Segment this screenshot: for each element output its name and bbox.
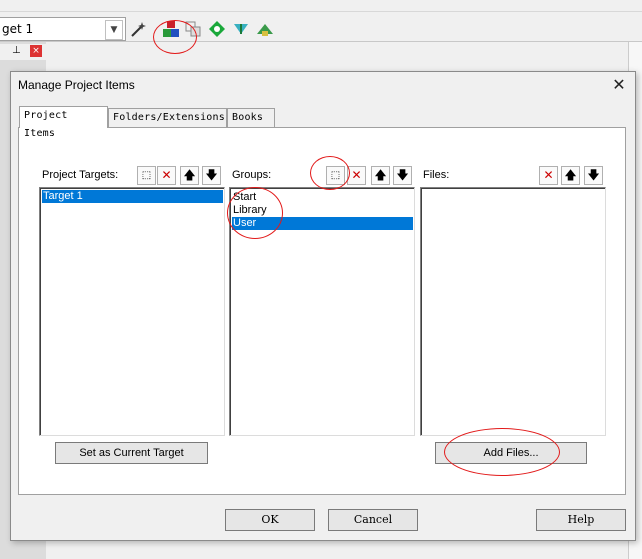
target-select[interactable]: get 1 ▼ <box>0 17 126 41</box>
move-up-target-icon[interactable]: 🡅 <box>180 166 199 185</box>
target-select-value: get 1 <box>2 22 34 36</box>
delete-group-icon[interactable]: ✕ <box>347 166 366 185</box>
tab-project-items[interactable]: Project Items <box>19 106 108 139</box>
list-item-user[interactable]: User <box>232 217 413 230</box>
close-icon[interactable]: ✕ <box>610 76 628 94</box>
new-group-icon[interactable]: ⬚ <box>326 166 345 185</box>
groups-list[interactable]: Start Library User <box>229 187 415 436</box>
delete-target-icon[interactable]: ✕ <box>157 166 176 185</box>
targets-label: Project Targets: <box>42 169 119 181</box>
groups-label: Groups: <box>232 169 272 181</box>
new-target-icon[interactable]: ⬚ <box>137 166 156 185</box>
add-files-button[interactable]: Add Files... <box>435 442 587 464</box>
ide-toolbar-top <box>0 0 642 12</box>
help-button[interactable]: Help <box>536 509 626 531</box>
move-up-file-icon[interactable]: 🡅 <box>561 166 580 185</box>
move-down-group-icon[interactable]: 🡇 <box>393 166 412 185</box>
move-down-file-icon[interactable]: 🡇 <box>584 166 603 185</box>
move-up-group-icon[interactable]: 🡅 <box>371 166 390 185</box>
pin-icon[interactable]: ⊥ <box>12 45 21 56</box>
cancel-button[interactable]: Cancel <box>328 509 418 531</box>
targets-list[interactable]: Target 1 <box>39 187 225 436</box>
magic-wand-icon[interactable] <box>130 20 148 38</box>
ok-button[interactable]: OK <box>225 509 315 531</box>
side-close-icon[interactable]: × <box>30 45 42 57</box>
list-item-target-1[interactable]: Target 1 <box>42 190 223 203</box>
list-item-start[interactable]: Start <box>232 191 413 204</box>
download-icon[interactable] <box>232 20 250 38</box>
files-list[interactable] <box>420 187 606 436</box>
tab-folders-extensions[interactable]: Folders/Extensions <box>108 108 227 127</box>
load-icon[interactable] <box>256 20 274 38</box>
delete-file-icon[interactable]: ✕ <box>539 166 558 185</box>
files-label: Files: <box>423 169 450 181</box>
copy-icon[interactable] <box>184 20 202 38</box>
manage-project-items-icon[interactable] <box>162 20 180 38</box>
green-diamond-icon[interactable] <box>208 20 226 38</box>
set-as-current-target-button[interactable]: Set as Current Target <box>55 442 208 464</box>
tab-books[interactable]: Books <box>227 108 275 127</box>
move-down-target-icon[interactable]: 🡇 <box>202 166 221 185</box>
chevron-down-icon[interactable]: ▼ <box>105 20 123 40</box>
list-item-library[interactable]: Library <box>232 204 413 217</box>
dialog-title: Manage Project Items <box>18 78 135 92</box>
